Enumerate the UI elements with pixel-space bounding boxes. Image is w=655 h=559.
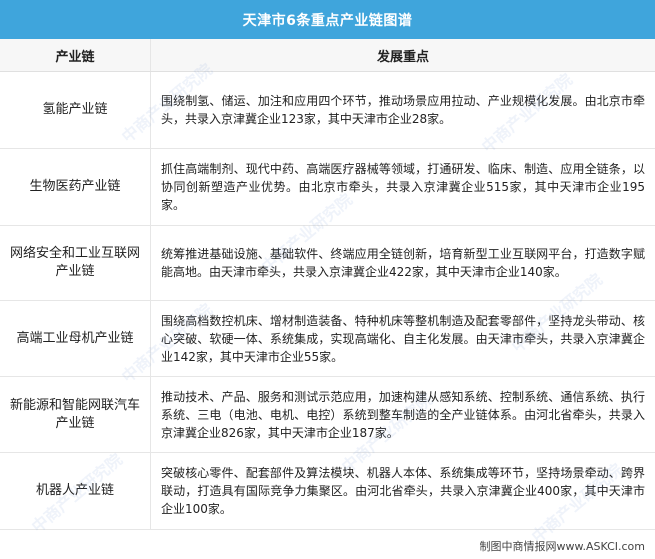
chain-focus: 统筹推进基础设施、基础软件、终端应用全链创新，培育新型工业互联网平台，打造数字赋…: [150, 225, 655, 301]
table-row: 高端工业母机产业链 围绕高档数控机床、增材制造装备、特种机床等整机制造及配套零部…: [0, 300, 655, 377]
chain-name: 生物医药产业链: [0, 148, 151, 226]
infographic: 天津市6条重点产业链图谱 产业链 发展重点 氢能产业链 围绕制氢、储运、加注和应…: [0, 0, 655, 559]
chain-name: 氢能产业链: [0, 71, 151, 149]
chain-focus: 围绕制氢、储运、加注和应用四个环节，推动场景应用拉动、产业规模化发展。由北京市牵…: [150, 71, 655, 149]
chain-focus: 突破核心零件、配套部件及算法模块、机器人本体、系统集成等环节，坚持场景牵动、跨界…: [150, 452, 655, 530]
table-row: 氢能产业链 围绕制氢、储运、加注和应用四个环节，推动场景应用拉动、产业规模化发展…: [0, 71, 655, 149]
table-header-row: 产业链 发展重点: [0, 39, 655, 72]
chain-name: 网络安全和工业互联网产业链: [0, 225, 151, 301]
chain-focus: 围绕高档数控机床、增材制造装备、特种机床等整机制造及配套零部件，坚持龙头带动、核…: [150, 300, 655, 377]
chain-name: 高端工业母机产业链: [0, 300, 151, 377]
chain-focus: 推动技术、产品、服务和测试示范应用，加速构建从感知系统、控制系统、通信系统、执行…: [150, 376, 655, 453]
chain-name: 新能源和智能网联汽车产业链: [0, 376, 151, 453]
chain-name: 机器人产业链: [0, 452, 151, 530]
header-focus: 发展重点: [150, 39, 655, 72]
header-chain: 产业链: [0, 39, 151, 72]
table-row: 新能源和智能网联汽车产业链 推动技术、产品、服务和测试示范应用，加速构建从感知系…: [0, 376, 655, 453]
source-credit: 制图中商情报网www.ASKCI.com: [479, 540, 645, 553]
industry-chain-table: 产业链 发展重点 氢能产业链 围绕制氢、储运、加注和应用四个环节，推动场景应用拉…: [0, 39, 655, 530]
table-row: 网络安全和工业互联网产业链 统筹推进基础设施、基础软件、终端应用全链创新，培育新…: [0, 225, 655, 301]
page-title: 天津市6条重点产业链图谱: [0, 0, 655, 39]
table-row: 生物医药产业链 抓住高端制剂、现代中药、高端医疗器械等领域，打通研发、临床、制造…: [0, 148, 655, 226]
table-row: 机器人产业链 突破核心零件、配套部件及算法模块、机器人本体、系统集成等环节，坚持…: [0, 452, 655, 530]
chain-focus: 抓住高端制剂、现代中药、高端医疗器械等领域，打通研发、临床、制造、应用全链条，以…: [150, 148, 655, 226]
